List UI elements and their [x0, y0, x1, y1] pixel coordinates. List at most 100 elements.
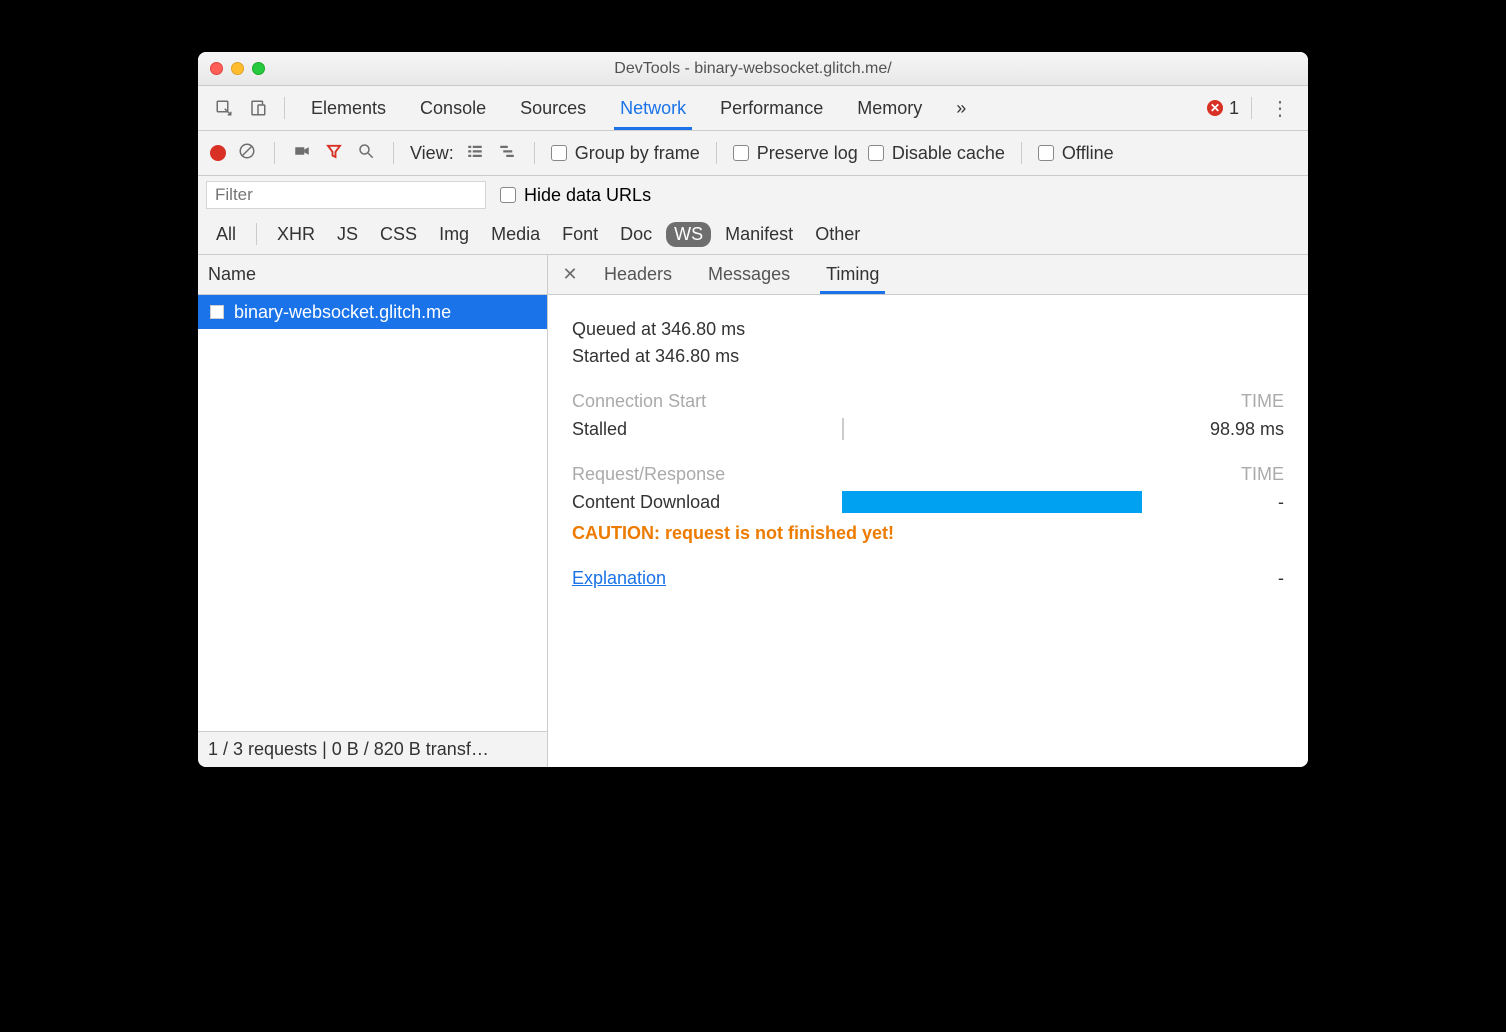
filter-type-img[interactable]: Img: [431, 222, 477, 247]
separator: [534, 142, 535, 164]
separator: [393, 142, 394, 164]
separator: [1021, 142, 1022, 164]
checkbox-label: Disable cache: [892, 143, 1005, 164]
subtab-headers[interactable]: Headers: [588, 255, 688, 294]
checkbox-icon: [868, 145, 884, 161]
filter-type-js[interactable]: JS: [329, 222, 366, 247]
tab-elements[interactable]: Elements: [297, 86, 400, 130]
filter-type-all[interactable]: All: [208, 222, 244, 247]
request-detail-panel: ✕ Headers Messages Timing Queued at 346.…: [548, 255, 1308, 767]
checkbox-icon: [500, 187, 516, 203]
network-toolbar: View: Group by frame Preserve log Disabl…: [198, 131, 1308, 176]
error-icon: ✕: [1207, 100, 1223, 116]
filter-type-manifest[interactable]: Manifest: [717, 222, 801, 247]
device-toolbar-icon[interactable]: [244, 94, 272, 122]
separator: [716, 142, 717, 164]
zoom-window-button[interactable]: [252, 62, 265, 75]
window-title: DevTools - binary-websocket.glitch.me/: [198, 60, 1308, 78]
timing-detail: Queued at 346.80 ms Started at 346.80 ms…: [548, 295, 1308, 767]
error-badge[interactable]: ✕ 1: [1207, 98, 1239, 119]
detail-tabbar: ✕ Headers Messages Timing: [548, 255, 1308, 295]
document-icon: [210, 305, 224, 319]
large-rows-icon[interactable]: [464, 142, 486, 165]
camera-icon[interactable]: [291, 142, 313, 165]
waterfall-icon[interactable]: [496, 142, 518, 165]
explanation-link[interactable]: Explanation: [572, 568, 666, 589]
explanation-value: -: [1278, 568, 1284, 589]
queued-line: Queued at 346.80 ms: [572, 319, 1284, 340]
section-connection: Connection Start TIME: [572, 391, 1284, 412]
checkbox-icon: [733, 145, 749, 161]
column-header-name[interactable]: Name: [198, 255, 547, 295]
content-download-value: -: [1142, 492, 1284, 513]
view-label: View:: [410, 143, 454, 164]
tab-performance[interactable]: Performance: [706, 86, 837, 130]
request-name: binary-websocket.glitch.me: [234, 302, 451, 323]
stalled-row: Stalled 98.98 ms: [572, 418, 1284, 440]
section-request: Request/Response TIME: [572, 464, 1284, 485]
offline-checkbox[interactable]: Offline: [1038, 143, 1114, 164]
panel-tabbar: Elements Console Sources Network Perform…: [198, 86, 1308, 131]
traffic-lights: [210, 62, 265, 75]
separator: [274, 142, 275, 164]
filter-icon[interactable]: [323, 142, 345, 165]
tabs-overflow-button[interactable]: »: [942, 86, 980, 130]
filter-type-other[interactable]: Other: [807, 222, 868, 247]
separator: [1251, 97, 1252, 119]
filter-type-row: All XHR JS CSS Img Media Font Doc WS Man…: [198, 214, 1308, 254]
caution-message: CAUTION: request is not finished yet!: [572, 523, 1284, 544]
group-by-frame-checkbox[interactable]: Group by frame: [551, 143, 700, 164]
preserve-log-checkbox[interactable]: Preserve log: [733, 143, 858, 164]
started-line: Started at 346.80 ms: [572, 346, 1284, 367]
checkbox-label: Group by frame: [575, 143, 700, 164]
request-list-panel: Name binary-websocket.glitch.me 1 / 3 re…: [198, 255, 548, 767]
explanation-row: Explanation -: [572, 568, 1284, 589]
request-row[interactable]: binary-websocket.glitch.me: [198, 295, 547, 329]
content-download-row: Content Download -: [572, 491, 1284, 513]
section-label: Connection Start: [572, 391, 706, 412]
filter-type-doc[interactable]: Doc: [612, 222, 660, 247]
filter-type-font[interactable]: Font: [554, 222, 606, 247]
close-window-button[interactable]: [210, 62, 223, 75]
filter-type-xhr[interactable]: XHR: [269, 222, 323, 247]
subtab-messages[interactable]: Messages: [692, 255, 806, 294]
checkbox-icon: [551, 145, 567, 161]
tab-network[interactable]: Network: [606, 86, 700, 130]
stalled-label: Stalled: [572, 419, 842, 440]
filter-input[interactable]: [206, 181, 486, 209]
content-download-bar: [842, 491, 1142, 513]
clear-icon[interactable]: [236, 142, 258, 165]
request-list: binary-websocket.glitch.me: [198, 295, 547, 731]
minimize-window-button[interactable]: [231, 62, 244, 75]
tab-memory[interactable]: Memory: [843, 86, 936, 130]
section-label: Request/Response: [572, 464, 725, 485]
filter-type-media[interactable]: Media: [483, 222, 548, 247]
status-bar: 1 / 3 requests | 0 B / 820 B transf…: [198, 731, 547, 767]
separator: [256, 223, 257, 245]
search-icon[interactable]: [355, 142, 377, 165]
checkbox-label: Preserve log: [757, 143, 858, 164]
error-count: 1: [1229, 98, 1239, 119]
content-download-label: Content Download: [572, 492, 842, 513]
time-header: TIME: [1241, 464, 1284, 485]
checkbox-label: Hide data URLs: [524, 185, 651, 206]
inspect-element-icon[interactable]: [210, 94, 238, 122]
filter-bar: Hide data URLs All XHR JS CSS Img Media …: [198, 176, 1308, 255]
separator: [284, 97, 285, 119]
titlebar: DevTools - binary-websocket.glitch.me/: [198, 52, 1308, 86]
record-button[interactable]: [210, 145, 226, 161]
tab-console[interactable]: Console: [406, 86, 500, 130]
subtab-timing[interactable]: Timing: [810, 255, 895, 294]
devtools-window: DevTools - binary-websocket.glitch.me/ E…: [198, 52, 1308, 767]
filter-type-css[interactable]: CSS: [372, 222, 425, 247]
hide-data-urls-checkbox[interactable]: Hide data URLs: [500, 185, 651, 206]
time-header: TIME: [1241, 391, 1284, 412]
tab-sources[interactable]: Sources: [506, 86, 600, 130]
filter-type-ws[interactable]: WS: [666, 222, 711, 247]
close-icon[interactable]: ✕: [556, 264, 584, 285]
checkbox-icon: [1038, 145, 1054, 161]
content-area: Name binary-websocket.glitch.me 1 / 3 re…: [198, 255, 1308, 767]
settings-menu-icon[interactable]: ⋮: [1264, 96, 1296, 121]
checkbox-label: Offline: [1062, 143, 1114, 164]
disable-cache-checkbox[interactable]: Disable cache: [868, 143, 1005, 164]
